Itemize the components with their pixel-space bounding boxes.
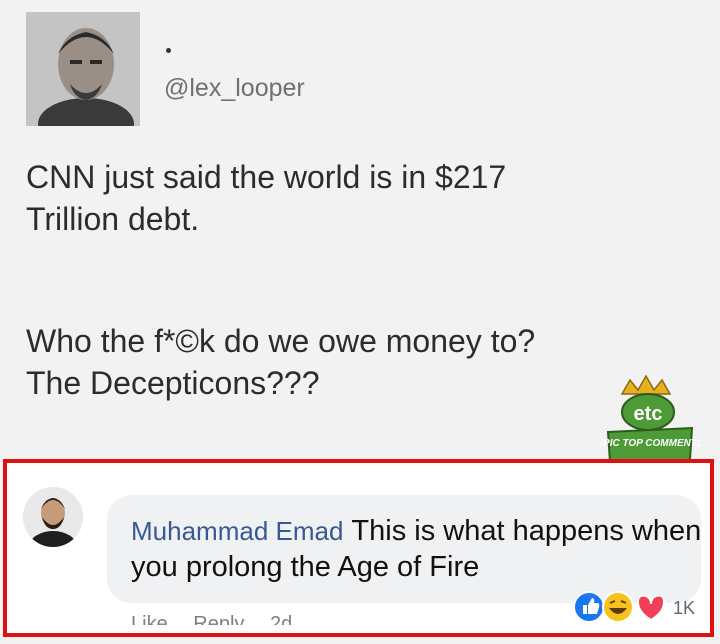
user-avatar[interactable]: [26, 12, 140, 126]
love-reaction-icon: [636, 594, 666, 622]
user-handle[interactable]: @lex_looper: [164, 74, 305, 103]
epic-top-comments-logo: etc EPIC TOP COMMENTS: [600, 374, 700, 464]
like-link[interactable]: Like: [131, 613, 168, 625]
reactions-icons[interactable]: [572, 590, 668, 624]
comment-timestamp[interactable]: 2d: [270, 613, 292, 625]
haha-reaction-icon: [602, 591, 634, 623]
comment-author[interactable]: Muhammad Emad: [131, 516, 343, 546]
logo-brand-text: EPIC TOP COMMENTS: [600, 438, 700, 449]
comment-actions: Like Reply 2d: [131, 613, 381, 625]
reply-link[interactable]: Reply: [193, 613, 244, 625]
crown-icon: [620, 374, 672, 395]
comment-body: Muhammad Emad This is what happens when y…: [131, 513, 711, 585]
logo-text: etc: [634, 403, 663, 425]
reaction-count[interactable]: 1K: [673, 598, 695, 619]
tweet-card: @lex_looper CNN just said the world is i…: [0, 0, 720, 464]
tweet-text-line-1: CNN just said the world is in $217 Trill…: [26, 159, 507, 237]
avatar-photo: [26, 12, 140, 126]
separator-dot: [166, 48, 171, 53]
commenter-avatar[interactable]: [23, 487, 83, 547]
commenter-photo: [23, 487, 83, 547]
highlighted-comment: Muhammad Emad This is what happens when y…: [3, 459, 714, 637]
